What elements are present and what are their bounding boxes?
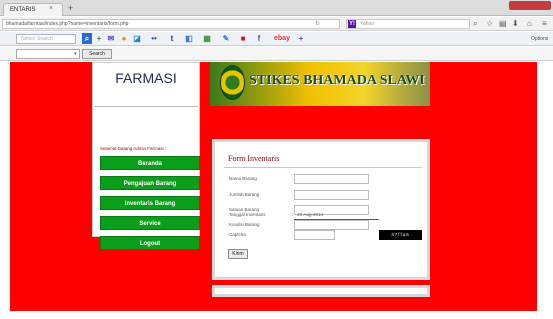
share-icon[interactable]: + [94, 33, 104, 44]
kirim-button[interactable]: Kirim [228, 249, 248, 259]
captcha-label: Captcha [229, 232, 246, 237]
nav-service-button[interactable]: Service [100, 216, 200, 230]
search-icon[interactable]: ⌕ [473, 19, 477, 29]
chat-icon[interactable]: ◧ [184, 33, 194, 44]
ebay-icon[interactable]: ebay [270, 33, 294, 44]
field-colon: : [292, 212, 294, 218]
tanggal-inventaris-value: 23-Aug-2014 [297, 212, 324, 217]
campus-logo-icon [220, 65, 245, 100]
jumlah-barang-input[interactable] [294, 190, 369, 200]
flickr-icon[interactable]: •• [149, 33, 159, 44]
weather-icon[interactable]: ● [119, 33, 129, 44]
nama-barang-label: Nama Barang [229, 176, 257, 181]
kondisi-barang-input[interactable] [294, 220, 369, 230]
bookmark-star-icon[interactable]: ☆ [486, 19, 493, 29]
browser-search-placeholder: Yahoo [360, 21, 375, 27]
menu-icon[interactable]: ≡ [542, 19, 547, 29]
captcha-input[interactable] [294, 230, 335, 240]
toolbar-search-input[interactable]: Yahoo! Search [16, 34, 76, 44]
add-icon[interactable]: + [296, 33, 306, 44]
yahoo-logo-icon: Y! [348, 20, 356, 28]
tab-bar [0, 0, 553, 16]
reload-icon[interactable]: ↻ [315, 19, 320, 29]
calendar-icon[interactable]: ▦ [202, 33, 212, 44]
mail-icon[interactable]: ✉ [106, 33, 116, 44]
search-dropdown-icon[interactable]: ▾ [74, 49, 77, 59]
search-input[interactable] [16, 49, 80, 59]
jumlah-barang-label: Jumlah Barang [229, 192, 260, 197]
bookmark-icon[interactable]: ■ [238, 33, 248, 44]
kondisi-barang-label: Kondisi Barang [229, 222, 260, 227]
nav-inventaris-barang-button[interactable]: Inventaris Barang [100, 196, 200, 210]
form-title: Form Inventaris [228, 154, 280, 163]
window-close-button[interactable] [509, 1, 551, 10]
nama-barang-input[interactable] [294, 174, 369, 184]
new-tab-button[interactable]: + [68, 2, 73, 14]
welcome-text: Selamat Datang Admin Farmasi : [100, 146, 167, 151]
banner-title: STIKES BHAMADA SLAWI [249, 73, 425, 88]
close-tab-icon[interactable]: × [49, 3, 53, 15]
url-bar[interactable]: bhamada/farmasi/index.php?name=inventari… [2, 19, 340, 29]
captcha-image: 37ffa5 [379, 230, 422, 240]
sidebar-title: FARMASI [115, 70, 177, 86]
search-button[interactable]: Search [82, 49, 112, 59]
facebook-icon[interactable]: f [254, 33, 264, 44]
footer-panel [212, 285, 430, 297]
tanggal-underline [294, 219, 379, 220]
edit-icon[interactable]: ✎ [221, 33, 231, 44]
tumblr-icon[interactable]: t [167, 33, 177, 44]
nav-beranda-button[interactable]: Beranda [100, 156, 200, 170]
toolbar-search-icon[interactable]: ⌕ [82, 33, 92, 44]
toolbar-options[interactable]: Options [531, 34, 548, 44]
sidebar-divider [94, 106, 198, 107]
tanggal-inventaris-label: Tanggal Inventaris [229, 212, 266, 217]
download-icon[interactable]: ⬇ [512, 19, 519, 29]
browser-tab[interactable]: ENTARIS [3, 3, 63, 16]
nav-pengajuan-barang-button[interactable]: Pengajuan Barang [100, 176, 200, 190]
reading-list-icon[interactable]: ▤ [499, 19, 507, 29]
news-icon[interactable]: ◪ [132, 33, 142, 44]
nav-logout-button[interactable]: Logout [100, 236, 200, 250]
form-divider [224, 167, 422, 168]
home-icon[interactable]: ⌂ [527, 19, 532, 29]
